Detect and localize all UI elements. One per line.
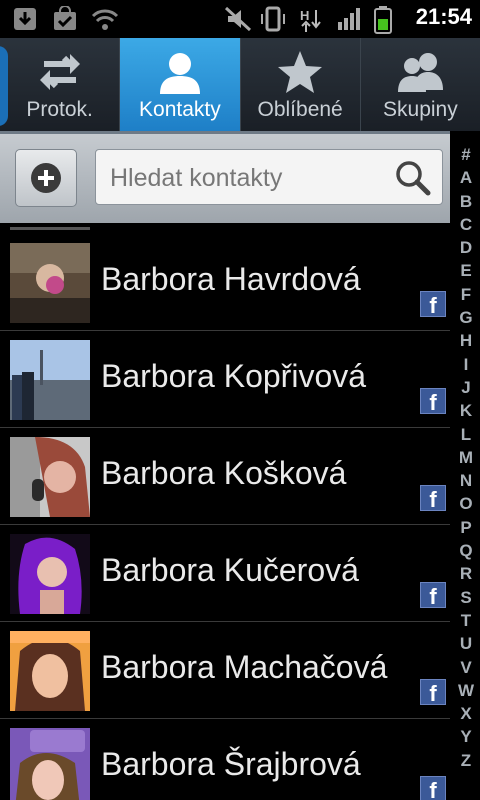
index-letter[interactable]: E [452, 259, 480, 282]
index-letter[interactable]: Z [452, 749, 480, 772]
tab-kontakty[interactable]: Kontakty [120, 38, 241, 131]
vibrate-icon [261, 6, 285, 32]
tab-kontakty-label: Kontakty [139, 98, 221, 121]
avatar [10, 437, 90, 517]
list-item[interactable]: Barbora Machačová f [0, 622, 450, 719]
tab-oblibene[interactable]: Oblíbené [241, 38, 361, 131]
contact-name: Barbora Kučerová [101, 552, 359, 588]
index-letter[interactable]: V [452, 656, 480, 679]
index-letter[interactable]: F [452, 283, 480, 306]
index-letter[interactable]: S [452, 586, 480, 609]
download-icon [14, 8, 36, 30]
index-letter[interactable]: K [452, 399, 480, 422]
list-divider [10, 227, 90, 230]
add-contact-button[interactable] [15, 149, 77, 207]
index-letter[interactable]: P [452, 516, 480, 539]
index-letter[interactable]: D [452, 236, 480, 259]
facebook-icon: f [420, 291, 446, 318]
group-icon [398, 53, 444, 92]
avatar [10, 340, 90, 420]
add-contact-icon [31, 163, 61, 193]
tab-protok-label: Protok. [26, 98, 93, 121]
index-letter[interactable]: C [452, 213, 480, 236]
index-letter[interactable]: L [452, 423, 480, 446]
facebook-icon: f [420, 776, 446, 800]
search-icon[interactable] [394, 159, 432, 197]
index-letter[interactable]: M [452, 446, 480, 469]
list-item[interactable]: Barbora Kopřivová f [0, 331, 450, 428]
index-letter[interactable]: N [452, 469, 480, 492]
index-letter[interactable]: B [452, 190, 480, 213]
contact-name: Barbora Kopřivová [101, 358, 367, 394]
contact-list: Barbora Havrdová f Barbora Kopřivová f B… [0, 220, 450, 800]
index-letter[interactable]: Q [452, 539, 480, 562]
facebook-icon: f [420, 485, 446, 512]
index-letter[interactable]: Y [452, 725, 480, 748]
tab-protok[interactable]: Protok. [0, 38, 121, 131]
tab-skupiny[interactable]: Skupiny [361, 38, 480, 131]
index-letter[interactable]: U [452, 632, 480, 655]
status-bar: H 21:54 [0, 0, 480, 38]
contact-name: Barbora Machačová [101, 649, 388, 685]
status-clock: 21:54 [415, 4, 472, 29]
index-letter[interactable]: A [452, 166, 480, 189]
list-item[interactable]: Barbora Šrajbrová f [0, 719, 450, 800]
tab-skupiny-label: Skupiny [383, 98, 458, 121]
shopping-bag-icon [54, 6, 76, 30]
alphabet-index[interactable]: # A B C D E F G H I J K L M N O P Q R S T U V W X Y Z [452, 143, 480, 800]
tab-bar: Protok. Kontakty Oblíbené Skupiny [0, 38, 480, 131]
facebook-icon: f [420, 679, 446, 706]
index-letter[interactable]: J [452, 376, 480, 399]
index-letter[interactable]: W [452, 679, 480, 702]
index-letter[interactable]: I [452, 353, 480, 376]
avatar [10, 631, 90, 711]
search-input[interactable] [108, 158, 382, 198]
star-icon [278, 51, 323, 93]
index-letter[interactable]: G [452, 306, 480, 329]
search-bar [0, 131, 450, 223]
facebook-icon: f [420, 388, 446, 415]
index-letter[interactable]: # [452, 143, 480, 166]
contact-name: Barbora Šrajbrová [101, 746, 361, 782]
list-item[interactable]: Barbora Kučerová f [0, 525, 450, 622]
wifi-icon [91, 9, 119, 30]
list-item[interactable]: Barbora Košková f [0, 428, 450, 525]
index-letter[interactable]: O [452, 492, 480, 515]
avatar [10, 534, 90, 614]
network-type-label: H [300, 8, 309, 23]
index-letter[interactable]: H [452, 329, 480, 352]
mute-icon [224, 6, 252, 32]
signal-icon [338, 8, 360, 30]
avatar [10, 243, 90, 323]
contact-name: Barbora Košková [101, 455, 347, 491]
list-item[interactable]: Barbora Havrdová f [0, 234, 450, 331]
index-letter[interactable]: T [452, 609, 480, 632]
person-icon [159, 53, 200, 94]
avatar [10, 728, 90, 800]
tab-oblibene-label: Oblíbené [257, 98, 343, 121]
hspa-data-icon: H [300, 8, 321, 32]
index-letter[interactable]: X [452, 702, 480, 725]
contact-name: Barbora Havrdová [101, 261, 361, 297]
swap-arrows-icon [39, 54, 80, 90]
search-field[interactable] [95, 149, 443, 205]
battery-icon [374, 6, 392, 34]
facebook-icon: f [420, 582, 446, 609]
index-letter[interactable]: R [452, 562, 480, 585]
